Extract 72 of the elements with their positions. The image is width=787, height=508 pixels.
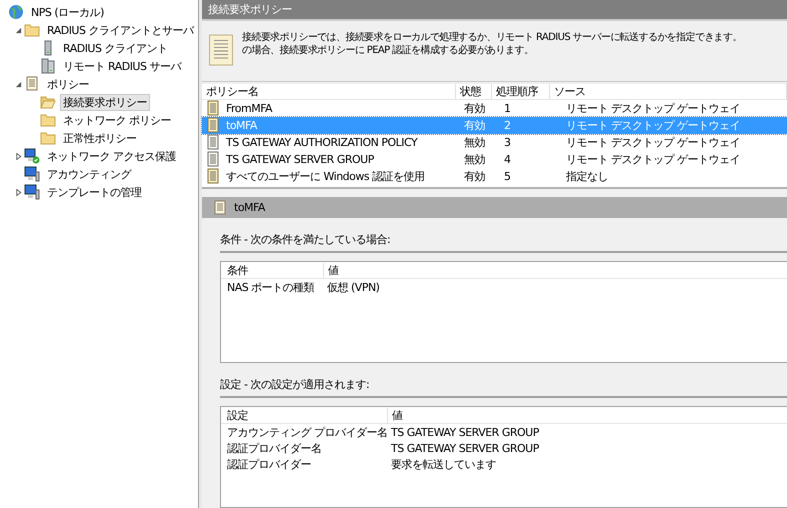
globe-icon	[8, 4, 24, 20]
table-cell: toMFA	[226, 118, 257, 132]
table-cell-text: 仮想 (VPN)	[326, 280, 380, 294]
column-header[interactable]: ソース	[550, 84, 787, 99]
folder-icon	[40, 94, 56, 110]
column-header[interactable]: 処理順序	[492, 84, 550, 99]
tree-item[interactable]: ネットワーク ポリシー	[60, 112, 174, 128]
computer-icon	[24, 184, 40, 200]
tree-item[interactable]: 接続要求ポリシー	[60, 94, 150, 110]
network-computer-icon	[24, 148, 40, 164]
column-header[interactable]: 設定	[221, 408, 388, 422]
policy-row[interactable]: FromMFA 有効 1 リモート デスクトップ ゲートウェイ	[202, 100, 787, 117]
table-cell-text: リモート デスクトップ ゲートウェイ	[565, 152, 741, 167]
table-cell-text: リモート デスクトップ ゲートウェイ	[565, 134, 741, 150]
expand-arrow-icon[interactable]	[14, 152, 22, 160]
column-header[interactable]: 値	[388, 408, 402, 422]
scroll-icon	[212, 200, 228, 216]
column-header[interactable]: 値	[324, 262, 338, 278]
table-cell-text: 有効	[463, 100, 486, 116]
tree-item[interactable]: RADIUS クライアントとサーバ	[44, 22, 196, 38]
table-cell-text: 5	[503, 170, 512, 183]
folder-icon	[40, 112, 56, 128]
table-cell-text: 3	[503, 136, 512, 149]
tree-item[interactable]: NPS (ローカル)	[28, 4, 107, 20]
table-cell-text: TS GATEWAY SERVER GROUP	[390, 426, 539, 438]
expand-arrow-icon[interactable]	[14, 188, 22, 196]
table-cell-text: 無効	[463, 134, 486, 150]
folder-icon	[24, 22, 40, 38]
collapse-arrow-icon[interactable]	[14, 80, 22, 88]
table-cell-text: リモート デスクトップ ゲートウェイ	[565, 100, 741, 116]
table-cell-text: TS GATEWAY SERVER GROUP	[390, 442, 539, 454]
scroll-icon	[24, 76, 40, 92]
detail-title: toMFA	[234, 201, 265, 214]
tree-item[interactable]: RADIUS クライアント	[60, 40, 170, 56]
description-text: 接続要求ポリシーでは、接続要求をローカルで処理するか、リモート RADIUS サーバーに転送するかを指定できます。	[242, 30, 742, 44]
tree-item[interactable]: ネットワーク アクセス保護	[44, 148, 179, 164]
folder-icon	[40, 130, 56, 146]
section-heading: 条件 - 次の条件を満たしている場合:	[220, 218, 787, 253]
table-cell-text: 要求を転送しています	[390, 456, 496, 472]
column-header[interactable]: ポリシー名	[202, 84, 456, 99]
table-cell-text: 2	[503, 118, 512, 132]
tree-item[interactable]: リモート RADIUS サーバ	[60, 58, 184, 74]
description-text: の場合、接続要求ポリシーに PEAP 認証を構成する必要があります。	[242, 44, 534, 57]
panel-title: 接続要求ポリシー	[208, 2, 292, 17]
tree-item[interactable]: テンプレートの管理	[44, 184, 144, 200]
tree-item[interactable]: ポリシー	[44, 76, 92, 92]
computer-icon	[24, 166, 40, 182]
policy-row[interactable]: すべてのユーザーに Windows 認証を使用 有効 5 指定なし	[202, 168, 787, 185]
policy-row[interactable]: TS GATEWAY AUTHORIZATION POLICY 無効 3 リモート デスクトップ ゲートウェイ	[202, 134, 787, 151]
section-heading: 設定 - 次の設定が適用されます:	[220, 363, 787, 398]
table-cell: すべてのユーザーに Windows 認証を使用	[226, 168, 425, 184]
policy-row[interactable]: TS GATEWAY SERVER GROUP 無効 4 リモート デスクトップ ゲートウェイ	[202, 150, 787, 168]
table-cell-text: 認証プロバイダー名	[226, 440, 322, 456]
tree-item[interactable]: 正常性ポリシー	[60, 130, 140, 146]
table-cell-text: アカウンティング プロバイダー名	[226, 424, 387, 440]
table-cell-text: 認証プロバイダー	[226, 456, 312, 472]
column-header[interactable]: 状態	[456, 84, 492, 99]
table-cell-text: 4	[503, 152, 512, 166]
table-cell-text: 有効	[463, 118, 486, 133]
column-header[interactable]: 条件	[221, 262, 324, 278]
table-cell: TS GATEWAY SERVER GROUP	[226, 152, 374, 166]
table-cell: TS GATEWAY AUTHORIZATION POLICY	[226, 136, 418, 149]
table-cell-text: 無効	[463, 152, 486, 167]
table-cell-text: 1	[503, 102, 512, 115]
servers-icon	[40, 58, 56, 74]
table-cell-text: リモート デスクトップ ゲートウェイ	[565, 118, 741, 133]
table-cell: FromMFA	[226, 102, 272, 115]
collapse-arrow-icon[interactable]	[14, 26, 22, 34]
table-cell-text: 指定なし	[565, 168, 609, 184]
table-cell-text: 有効	[463, 168, 486, 184]
tree-item[interactable]: アカウンティング	[44, 166, 134, 182]
table-cell-text: NAS ポートの種類	[226, 280, 316, 294]
